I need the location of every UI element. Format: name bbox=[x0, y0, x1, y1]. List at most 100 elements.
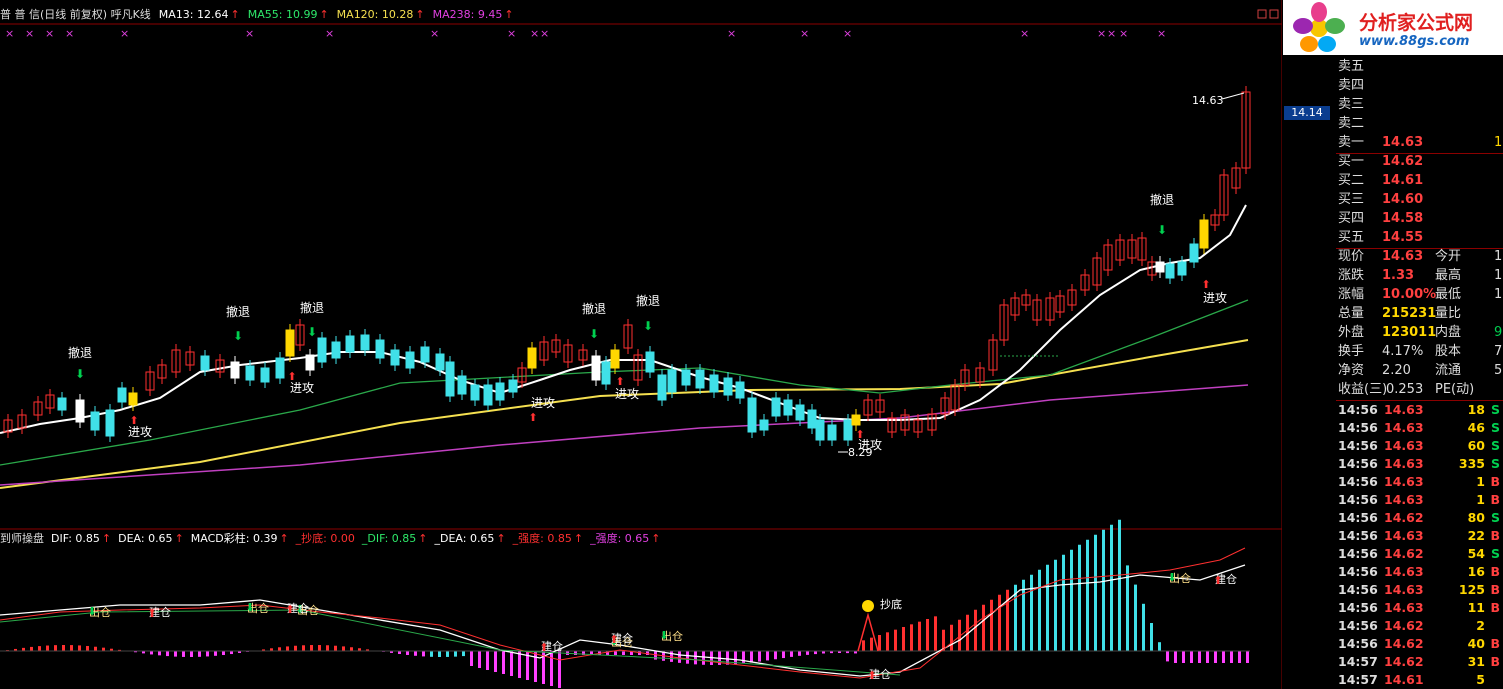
macd-bar bbox=[158, 651, 161, 656]
macd-bar bbox=[486, 651, 489, 670]
macd-bar bbox=[1166, 651, 1169, 662]
macd-bar bbox=[86, 645, 89, 651]
tick-volume: 125 bbox=[1458, 582, 1485, 597]
tick-price: 14.63 bbox=[1384, 420, 1424, 435]
macd-bar bbox=[350, 647, 353, 651]
bid-row: 买五 14.55 bbox=[1336, 229, 1503, 247]
candle-body bbox=[230, 361, 240, 379]
stat-label-2: 量比 bbox=[1435, 306, 1462, 321]
tick-time: 14:56 bbox=[1338, 474, 1378, 489]
macd-bar bbox=[102, 647, 105, 651]
tick-row: 14:56 14.63 16 B bbox=[1336, 563, 1503, 581]
exit-arrow-icon: ⬇ bbox=[1167, 571, 1176, 584]
stat-value-2: 1 bbox=[1494, 249, 1503, 264]
dea2-arrow: ↑ bbox=[496, 532, 506, 545]
tick-row: 14:56 14.63 46 S bbox=[1336, 419, 1503, 437]
tick-time: 14:56 bbox=[1338, 618, 1378, 633]
tick-volume: 40 bbox=[1467, 636, 1485, 651]
tick-price: 14.63 bbox=[1384, 492, 1424, 507]
tick-price: 14.63 bbox=[1384, 600, 1424, 615]
tick-row: 14:56 14.62 80 S bbox=[1336, 509, 1503, 527]
tick-price: 14.62 bbox=[1384, 636, 1424, 651]
macd-bar bbox=[1094, 534, 1097, 651]
candle-body bbox=[610, 349, 620, 369]
stat-label-2: 今开 bbox=[1435, 249, 1462, 264]
marker-x-icon: × bbox=[65, 27, 74, 40]
macd-bar bbox=[1038, 569, 1041, 651]
stat-value-2: 7.0 bbox=[1494, 344, 1503, 359]
stat-label-2: 股本 bbox=[1435, 344, 1462, 359]
tick-side: B bbox=[1490, 474, 1500, 489]
macd-bar bbox=[454, 651, 457, 657]
ask-label: 卖二 bbox=[1338, 116, 1365, 131]
candle-body bbox=[827, 424, 837, 441]
candle-body bbox=[1155, 261, 1165, 273]
stat-value-2: 1 bbox=[1494, 287, 1503, 302]
candle-body bbox=[200, 355, 210, 371]
macd-bar bbox=[278, 647, 281, 651]
macd-bar bbox=[886, 632, 889, 651]
tick-side: S bbox=[1490, 510, 1500, 525]
macd-bar bbox=[614, 651, 617, 655]
macd-bar bbox=[1102, 529, 1105, 651]
candle-body bbox=[245, 365, 255, 381]
ma238-arrow: ↑ bbox=[504, 8, 514, 21]
indicator-header: 到师操盘 DIF: 0.85 ↑ DEA: 0.65 ↑ MACD彩柱: 0.39 ↑ _抄底… bbox=[0, 531, 668, 547]
macd-bar bbox=[1070, 549, 1073, 651]
candle-body bbox=[390, 349, 400, 366]
macd-bar bbox=[678, 651, 681, 663]
macd-bar bbox=[78, 645, 81, 651]
marker-x-icon: × bbox=[800, 27, 809, 40]
tick-volume: 54 bbox=[1467, 546, 1485, 561]
exit-arrow-icon: ⬇ bbox=[659, 629, 668, 642]
bid-price: 14.62 bbox=[1382, 154, 1424, 169]
build-arrow-icon: ⬆ bbox=[609, 633, 618, 646]
tick-volume: 1 bbox=[1476, 474, 1485, 489]
macd-bar bbox=[558, 651, 561, 688]
tick-price: 14.61 bbox=[1384, 672, 1424, 687]
retreat-label: 撤退 bbox=[68, 345, 92, 360]
macd-bar bbox=[422, 651, 425, 657]
high-pointer bbox=[1221, 92, 1245, 100]
candle-body bbox=[795, 404, 805, 421]
macd-bar bbox=[470, 651, 473, 666]
candle-body bbox=[375, 339, 385, 359]
macd-bar bbox=[494, 651, 497, 672]
bid-price: 14.61 bbox=[1382, 173, 1424, 188]
tick-row: 14:56 14.63 18 S bbox=[1336, 401, 1503, 419]
dif-line bbox=[0, 564, 1246, 677]
candle-body bbox=[667, 369, 677, 393]
ask-label: 卖三 bbox=[1338, 97, 1365, 112]
kline-chart[interactable]: 15.0014.5014.0013.5013.0012.5012.0011.50… bbox=[0, 0, 1282, 689]
qiangdu2-value: _强度: 0.65 bbox=[590, 532, 650, 545]
down-arrow-icon: ⬇ bbox=[307, 325, 317, 339]
down-arrow-icon: ⬇ bbox=[643, 319, 653, 333]
exit-arrow-icon: ⬇ bbox=[245, 601, 254, 614]
stat-label: 净资 bbox=[1338, 363, 1365, 378]
macd-bar bbox=[974, 609, 977, 651]
tick-row: 14:56 14.63 125 B bbox=[1336, 581, 1503, 599]
macd-bar bbox=[206, 651, 209, 657]
marker-x-icon: × bbox=[430, 27, 439, 40]
macd-bar bbox=[574, 651, 577, 655]
tick-row: 14:56 14.62 40 B bbox=[1336, 635, 1503, 653]
ma55-arrow: ↑ bbox=[319, 8, 329, 21]
candle-body bbox=[735, 381, 745, 399]
tick-row: 14:56 14.62 54 S bbox=[1336, 545, 1503, 563]
macd-bar bbox=[806, 651, 809, 655]
candle-body bbox=[331, 341, 341, 359]
ma13-value: MA13: 12.64 bbox=[158, 8, 229, 21]
tick-price: 14.63 bbox=[1384, 474, 1424, 489]
macd-bar bbox=[694, 651, 697, 665]
dea2-value: _DEA: 0.65 bbox=[434, 532, 495, 545]
candle-body bbox=[591, 355, 601, 381]
tick-time: 14:57 bbox=[1338, 672, 1378, 687]
candle-body bbox=[1189, 243, 1199, 263]
ma120-line bbox=[0, 339, 1249, 489]
chart-area[interactable]: 15.0014.5014.0013.5013.0012.5012.0011.50… bbox=[0, 0, 1330, 689]
stat-value: 123011 bbox=[1382, 325, 1437, 340]
bid-label: 买一 bbox=[1338, 154, 1365, 169]
candle-body bbox=[723, 377, 733, 396]
tick-volume: 22 bbox=[1467, 528, 1485, 543]
ma120-arrow: ↑ bbox=[415, 8, 425, 21]
